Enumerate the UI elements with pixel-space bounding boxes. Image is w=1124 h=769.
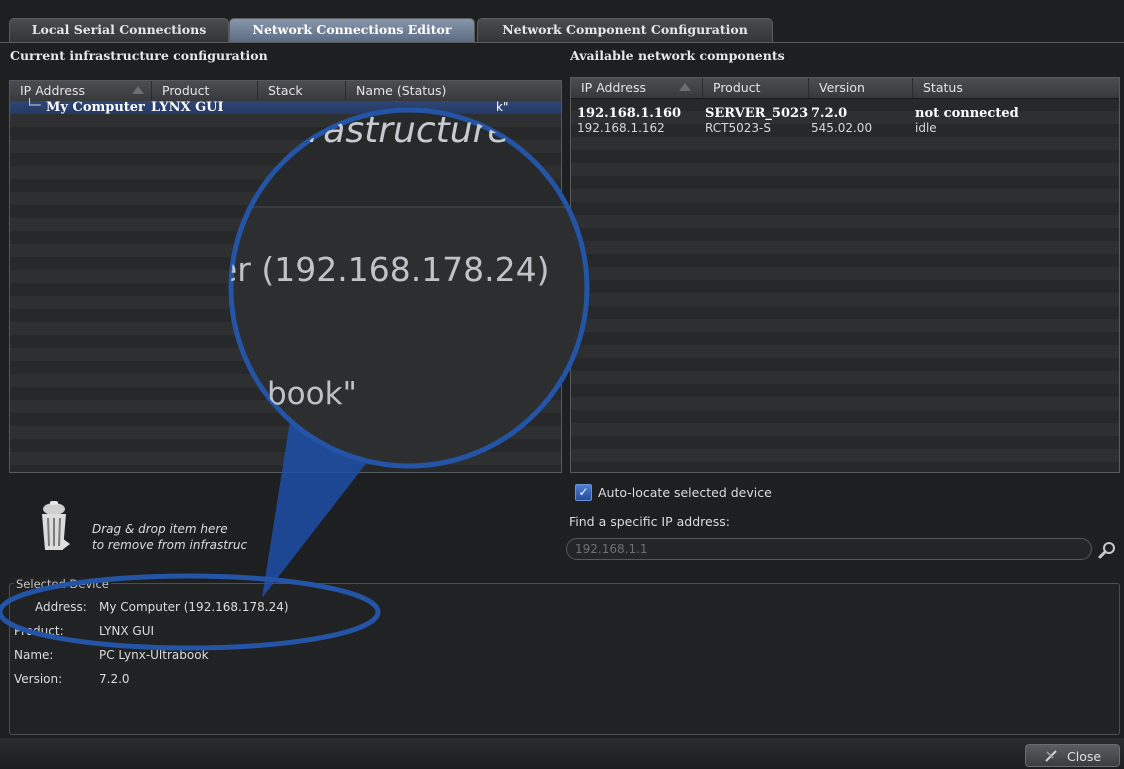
magnifier-content: nfrastructure er (192.168.178.24) book" [231, 110, 587, 466]
magnified-text-infrastructure: nfrastructure [273, 110, 510, 151]
magnified-text-name: book" [267, 376, 357, 412]
highlight-ellipse [0, 573, 381, 651]
magnified-text-address: er (192.168.178.24) [231, 250, 550, 289]
magnifier-overlay [0, 107, 590, 651]
